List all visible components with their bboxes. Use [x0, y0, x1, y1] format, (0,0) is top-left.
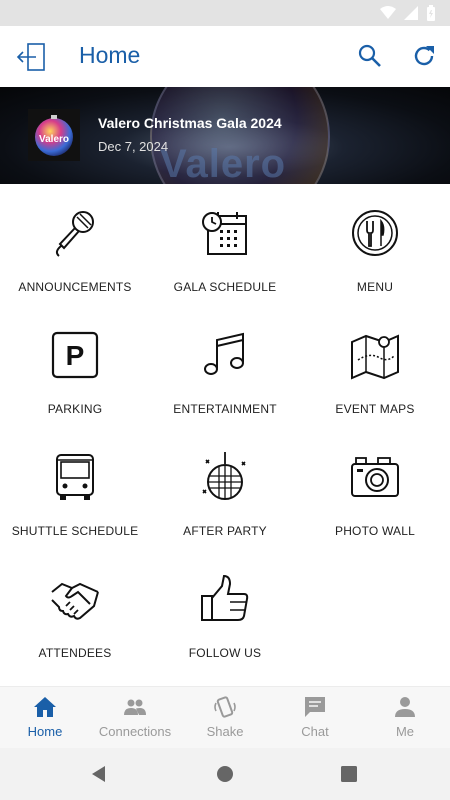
- tile-label: PHOTO WALL: [334, 524, 416, 538]
- camera-icon: [351, 457, 399, 497]
- tile-label: FOLLOW US: [188, 646, 262, 660]
- nav-label: Chat: [301, 724, 329, 739]
- tile-gala-schedule[interactable]: GALA SCHEDULE: [150, 194, 300, 312]
- nav-label: Me: [395, 724, 415, 739]
- nav-me[interactable]: Me: [360, 687, 450, 749]
- tile-follow-us[interactable]: FOLLOW US: [150, 560, 300, 678]
- parking-icon: P: [51, 331, 99, 379]
- cellular-signal-icon: [404, 6, 418, 20]
- wifi-icon: [380, 6, 396, 19]
- tile-label: GALA SCHEDULE: [173, 280, 277, 294]
- tile-attendees[interactable]: ATTENDEES: [0, 560, 150, 678]
- tile-menu[interactable]: MENU: [300, 194, 450, 312]
- tile-label: ANNOUNCEMENTS: [18, 280, 132, 294]
- bus-icon: [56, 454, 94, 500]
- app-bar: Home: [0, 26, 450, 88]
- page-title: Home: [79, 42, 141, 68]
- tile-label: AFTER PARTY: [183, 524, 267, 538]
- status-bar: [0, 0, 450, 26]
- back-triangle-icon[interactable]: [89, 764, 109, 784]
- nav-label: Shake: [206, 724, 244, 739]
- home-icon: [34, 697, 56, 717]
- microphone-icon: [55, 211, 94, 257]
- nav-label: Home: [27, 724, 63, 739]
- banner-watermark-logo: Valero: [160, 142, 287, 184]
- calendar-clock-icon: [202, 212, 247, 255]
- tile-label: ENTERTAINMENT: [173, 402, 277, 416]
- tile-parking[interactable]: P PARKING: [0, 316, 150, 434]
- tile-event-maps[interactable]: EVENT MAPS: [300, 316, 450, 434]
- shake-phone-icon: [214, 696, 236, 718]
- bottom-nav: Home Connections Shake Chat Me: [0, 686, 450, 748]
- nav-label: Connections: [98, 724, 172, 739]
- chat-bubble-icon: [305, 697, 325, 717]
- disco-ball-icon: [202, 452, 246, 500]
- tile-photo-wall[interactable]: PHOTO WALL: [300, 438, 450, 556]
- event-title: Valero Christmas Gala 2024: [98, 115, 282, 131]
- tile-entertainment[interactable]: ENTERTAINMENT: [150, 316, 300, 434]
- tile-shuttle-schedule[interactable]: SHUTTLE SCHEDULE: [0, 438, 150, 556]
- nav-home[interactable]: Home: [0, 687, 90, 749]
- thumbs-up-icon: [201, 574, 249, 621]
- tile-after-party[interactable]: AFTER PARTY: [150, 438, 300, 556]
- person-icon: [395, 697, 415, 717]
- tile-label: EVENT MAPS: [335, 402, 415, 416]
- tile-label: SHUTTLE SCHEDULE: [11, 524, 139, 538]
- nav-connections[interactable]: Connections: [90, 687, 180, 749]
- map-icon: [351, 334, 399, 380]
- recents-square-icon[interactable]: [339, 764, 359, 784]
- tile-label: MENU: [356, 280, 394, 294]
- event-banner[interactable]: Valero Valero Valero Christmas Gala 2024…: [0, 87, 450, 184]
- system-nav-bar: [0, 748, 450, 800]
- search-icon[interactable]: [356, 42, 384, 70]
- tile-announcements[interactable]: ANNOUNCEMENTS: [0, 194, 150, 312]
- event-date: Dec 7, 2024: [98, 139, 169, 154]
- music-note-icon: [204, 332, 244, 375]
- nav-chat[interactable]: Chat: [270, 687, 360, 749]
- plate-fork-knife-icon: [352, 210, 398, 256]
- refresh-icon[interactable]: [410, 42, 438, 70]
- home-circle-icon[interactable]: [215, 764, 235, 784]
- tile-label: PARKING: [47, 402, 103, 416]
- svg-text:P: P: [66, 340, 85, 371]
- people-icon: [124, 699, 146, 715]
- logout-icon[interactable]: [14, 40, 48, 74]
- event-logo: Valero: [28, 109, 80, 161]
- tile-label: ATTENDEES: [38, 646, 112, 660]
- handshake-icon: [51, 582, 99, 620]
- svg-text:Valero: Valero: [39, 134, 69, 145]
- battery-icon: [427, 5, 435, 21]
- nav-shake[interactable]: Shake: [180, 687, 270, 749]
